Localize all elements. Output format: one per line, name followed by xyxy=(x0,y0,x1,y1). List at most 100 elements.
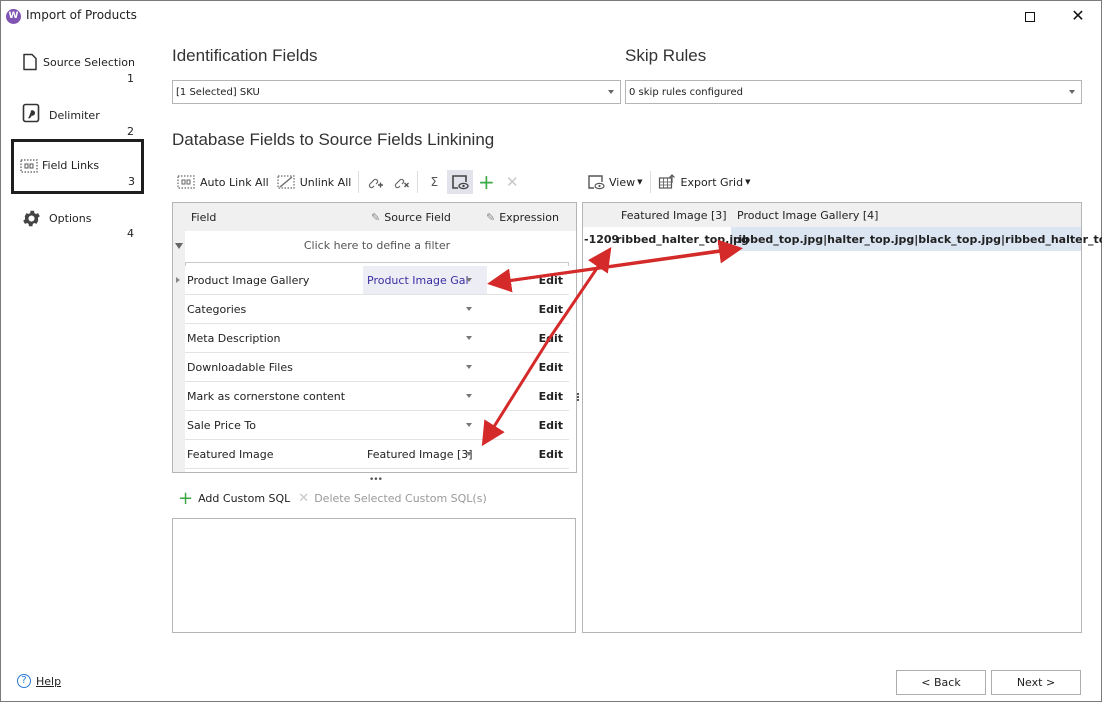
chevron-down-icon[interactable] xyxy=(466,452,472,456)
unlink-icon xyxy=(277,175,295,189)
view-label: View xyxy=(609,175,636,189)
back-button[interactable]: < Back xyxy=(896,670,986,695)
column-header-product-image-gallery[interactable]: Product Image Gallery [4] xyxy=(737,209,878,222)
cell-featured-image: ribbed_halter_top.jpg xyxy=(616,233,749,246)
export-grid-button[interactable]: Export Grid ▼ xyxy=(654,170,755,194)
cell-product-image-gallery: ribbed_top.jpg|halter_top.jpg|black_top.… xyxy=(733,233,1102,246)
column-header-source-field[interactable]: ✎ Source Field xyxy=(371,211,451,224)
table-row[interactable]: Sale Price To Edit xyxy=(185,411,569,440)
import-dialog-window: W Import of Products ✕ Source Selection … xyxy=(0,0,1102,702)
filter-row[interactable]: Click here to define a filter xyxy=(185,231,569,259)
field-links-grid: Field ✎ Source Field ✎ Expression Click he… xyxy=(172,202,577,473)
chevron-down-icon: ▼ xyxy=(637,178,643,186)
identification-fields-heading: Identification Fields xyxy=(172,46,318,65)
sidebar-item-source-selection[interactable]: Source Selection 1 xyxy=(12,43,143,97)
step-number: 1 xyxy=(127,72,134,85)
row-indicator-column xyxy=(173,231,185,472)
linking-heading: Database Fields to Source Fields Linkini… xyxy=(172,130,495,149)
document-icon xyxy=(23,53,37,71)
gear-icon xyxy=(23,210,40,227)
edit-expression-button[interactable]: Edit xyxy=(539,361,563,374)
close-icon: ✕ xyxy=(1071,6,1085,25)
edit-expression-button[interactable]: Edit xyxy=(539,419,563,432)
link-add-button[interactable] xyxy=(362,170,388,194)
export-grid-icon xyxy=(658,174,675,189)
chevron-down-icon: ▼ xyxy=(745,178,751,186)
help-link[interactable]: ? Help xyxy=(17,674,61,688)
horizontal-splitter-handle[interactable]: ••• xyxy=(369,475,383,485)
maximize-icon xyxy=(1025,11,1035,22)
table-row[interactable]: Meta Description Edit xyxy=(185,324,569,353)
chevron-down-icon[interactable] xyxy=(466,278,472,282)
field-links-icon xyxy=(20,159,38,173)
delete-custom-sql-label: Delete Selected Custom SQL(s) xyxy=(314,491,487,505)
chevron-down-icon[interactable] xyxy=(466,365,472,369)
source-field-label: Source Field xyxy=(384,211,451,224)
edit-expression-button[interactable]: Edit xyxy=(539,390,563,403)
view-preview-button[interactable] xyxy=(447,170,474,194)
edit-expression-button[interactable]: Edit xyxy=(539,303,563,316)
chevron-down-icon[interactable] xyxy=(466,336,472,340)
delete-button[interactable]: ✕ xyxy=(499,170,525,194)
step-number: 3 xyxy=(128,175,135,188)
window-title: Import of Products xyxy=(26,8,137,22)
table-row[interactable]: Categories Edit xyxy=(185,295,569,324)
cell-prev-column: -1209 xyxy=(584,233,620,246)
table-row[interactable]: Mark as cornerstone content Edit xyxy=(185,382,569,411)
delete-custom-sql-button[interactable]: ✕ Delete Selected Custom SQL(s) xyxy=(294,486,490,510)
toolbar-separator xyxy=(417,171,419,193)
field-name: Product Image Gallery xyxy=(187,274,310,287)
link-remove-icon xyxy=(395,178,410,189)
view-preview-icon xyxy=(452,175,469,190)
vertical-splitter-handle[interactable] xyxy=(577,393,580,405)
unlink-all-button[interactable]: Unlink All xyxy=(273,170,356,194)
toolbar-separator xyxy=(649,171,651,193)
table-row[interactable]: Downloadable Files Edit xyxy=(185,353,569,382)
view-dropdown-button[interactable]: View ▼ xyxy=(583,170,647,194)
custom-sql-list[interactable] xyxy=(172,518,576,633)
column-header-expression[interactable]: ✎ Expression xyxy=(486,211,559,224)
step-number: 2 xyxy=(127,125,134,138)
edit-expression-button[interactable]: Edit xyxy=(539,448,563,461)
help-label: Help xyxy=(36,674,62,688)
table-row[interactable]: Featured Image Featured Image [3] Edit xyxy=(185,440,569,469)
delete-icon: ✕ xyxy=(298,490,310,506)
add-custom-sql-label: Add Custom SQL xyxy=(198,491,291,505)
toolbar-separator xyxy=(358,171,360,193)
maximize-button[interactable] xyxy=(1015,5,1045,27)
field-name: Featured Image xyxy=(187,448,274,461)
pencil-icon: ✎ xyxy=(371,211,381,224)
sidebar-item-options[interactable]: Options 4 xyxy=(12,202,143,256)
column-header-featured-image[interactable]: Featured Image [3] xyxy=(621,209,727,222)
preview-grid-header: Featured Image [3] Product Image Gallery… xyxy=(583,203,1081,227)
edit-expression-button[interactable]: Edit xyxy=(539,332,563,345)
field-name: Categories xyxy=(187,303,247,316)
auto-link-all-button[interactable]: Auto Link All xyxy=(173,170,273,194)
next-button[interactable]: Next > xyxy=(991,670,1081,695)
add-custom-sql-button[interactable]: + Add Custom SQL xyxy=(174,486,294,510)
link-add-icon xyxy=(369,178,384,189)
skip-rules-heading: Skip Rules xyxy=(625,46,707,65)
field-name: Downloadable Files xyxy=(187,361,293,374)
chevron-down-icon[interactable] xyxy=(466,307,472,311)
step-number: 4 xyxy=(127,227,134,240)
chevron-down-icon[interactable] xyxy=(466,423,472,427)
identification-fields-combo[interactable]: [1 Selected] SKU xyxy=(172,80,621,104)
add-button[interactable]: + xyxy=(473,170,499,194)
column-header-field[interactable]: Field xyxy=(191,211,216,224)
edit-expression-button[interactable]: Edit xyxy=(539,274,563,287)
table-row[interactable]: Product Image Gallery Product Image Gal Ed… xyxy=(176,266,569,295)
comma-document-icon xyxy=(22,103,40,123)
custom-sql-toolbar: + Add Custom SQL ✕ Delete Selected Custo… xyxy=(174,485,491,511)
link-remove-button[interactable] xyxy=(388,170,414,194)
add-icon: + xyxy=(178,487,194,509)
sum-button[interactable]: Σ xyxy=(421,170,447,194)
sidebar-item-label: Delimiter xyxy=(49,109,100,122)
sidebar-item-label: Options xyxy=(49,212,92,225)
expression-label: Expression xyxy=(499,211,559,224)
chevron-down-icon[interactable] xyxy=(466,394,472,398)
sidebar-item-field-links[interactable]: Field Links 3 xyxy=(11,139,144,194)
skip-rules-combo[interactable]: 0 skip rules configured xyxy=(625,80,1082,104)
table-row[interactable]: -1209 ribbed_halter_top.jpg ribbed_top.j… xyxy=(583,227,1102,251)
close-button[interactable]: ✕ xyxy=(1063,5,1093,27)
